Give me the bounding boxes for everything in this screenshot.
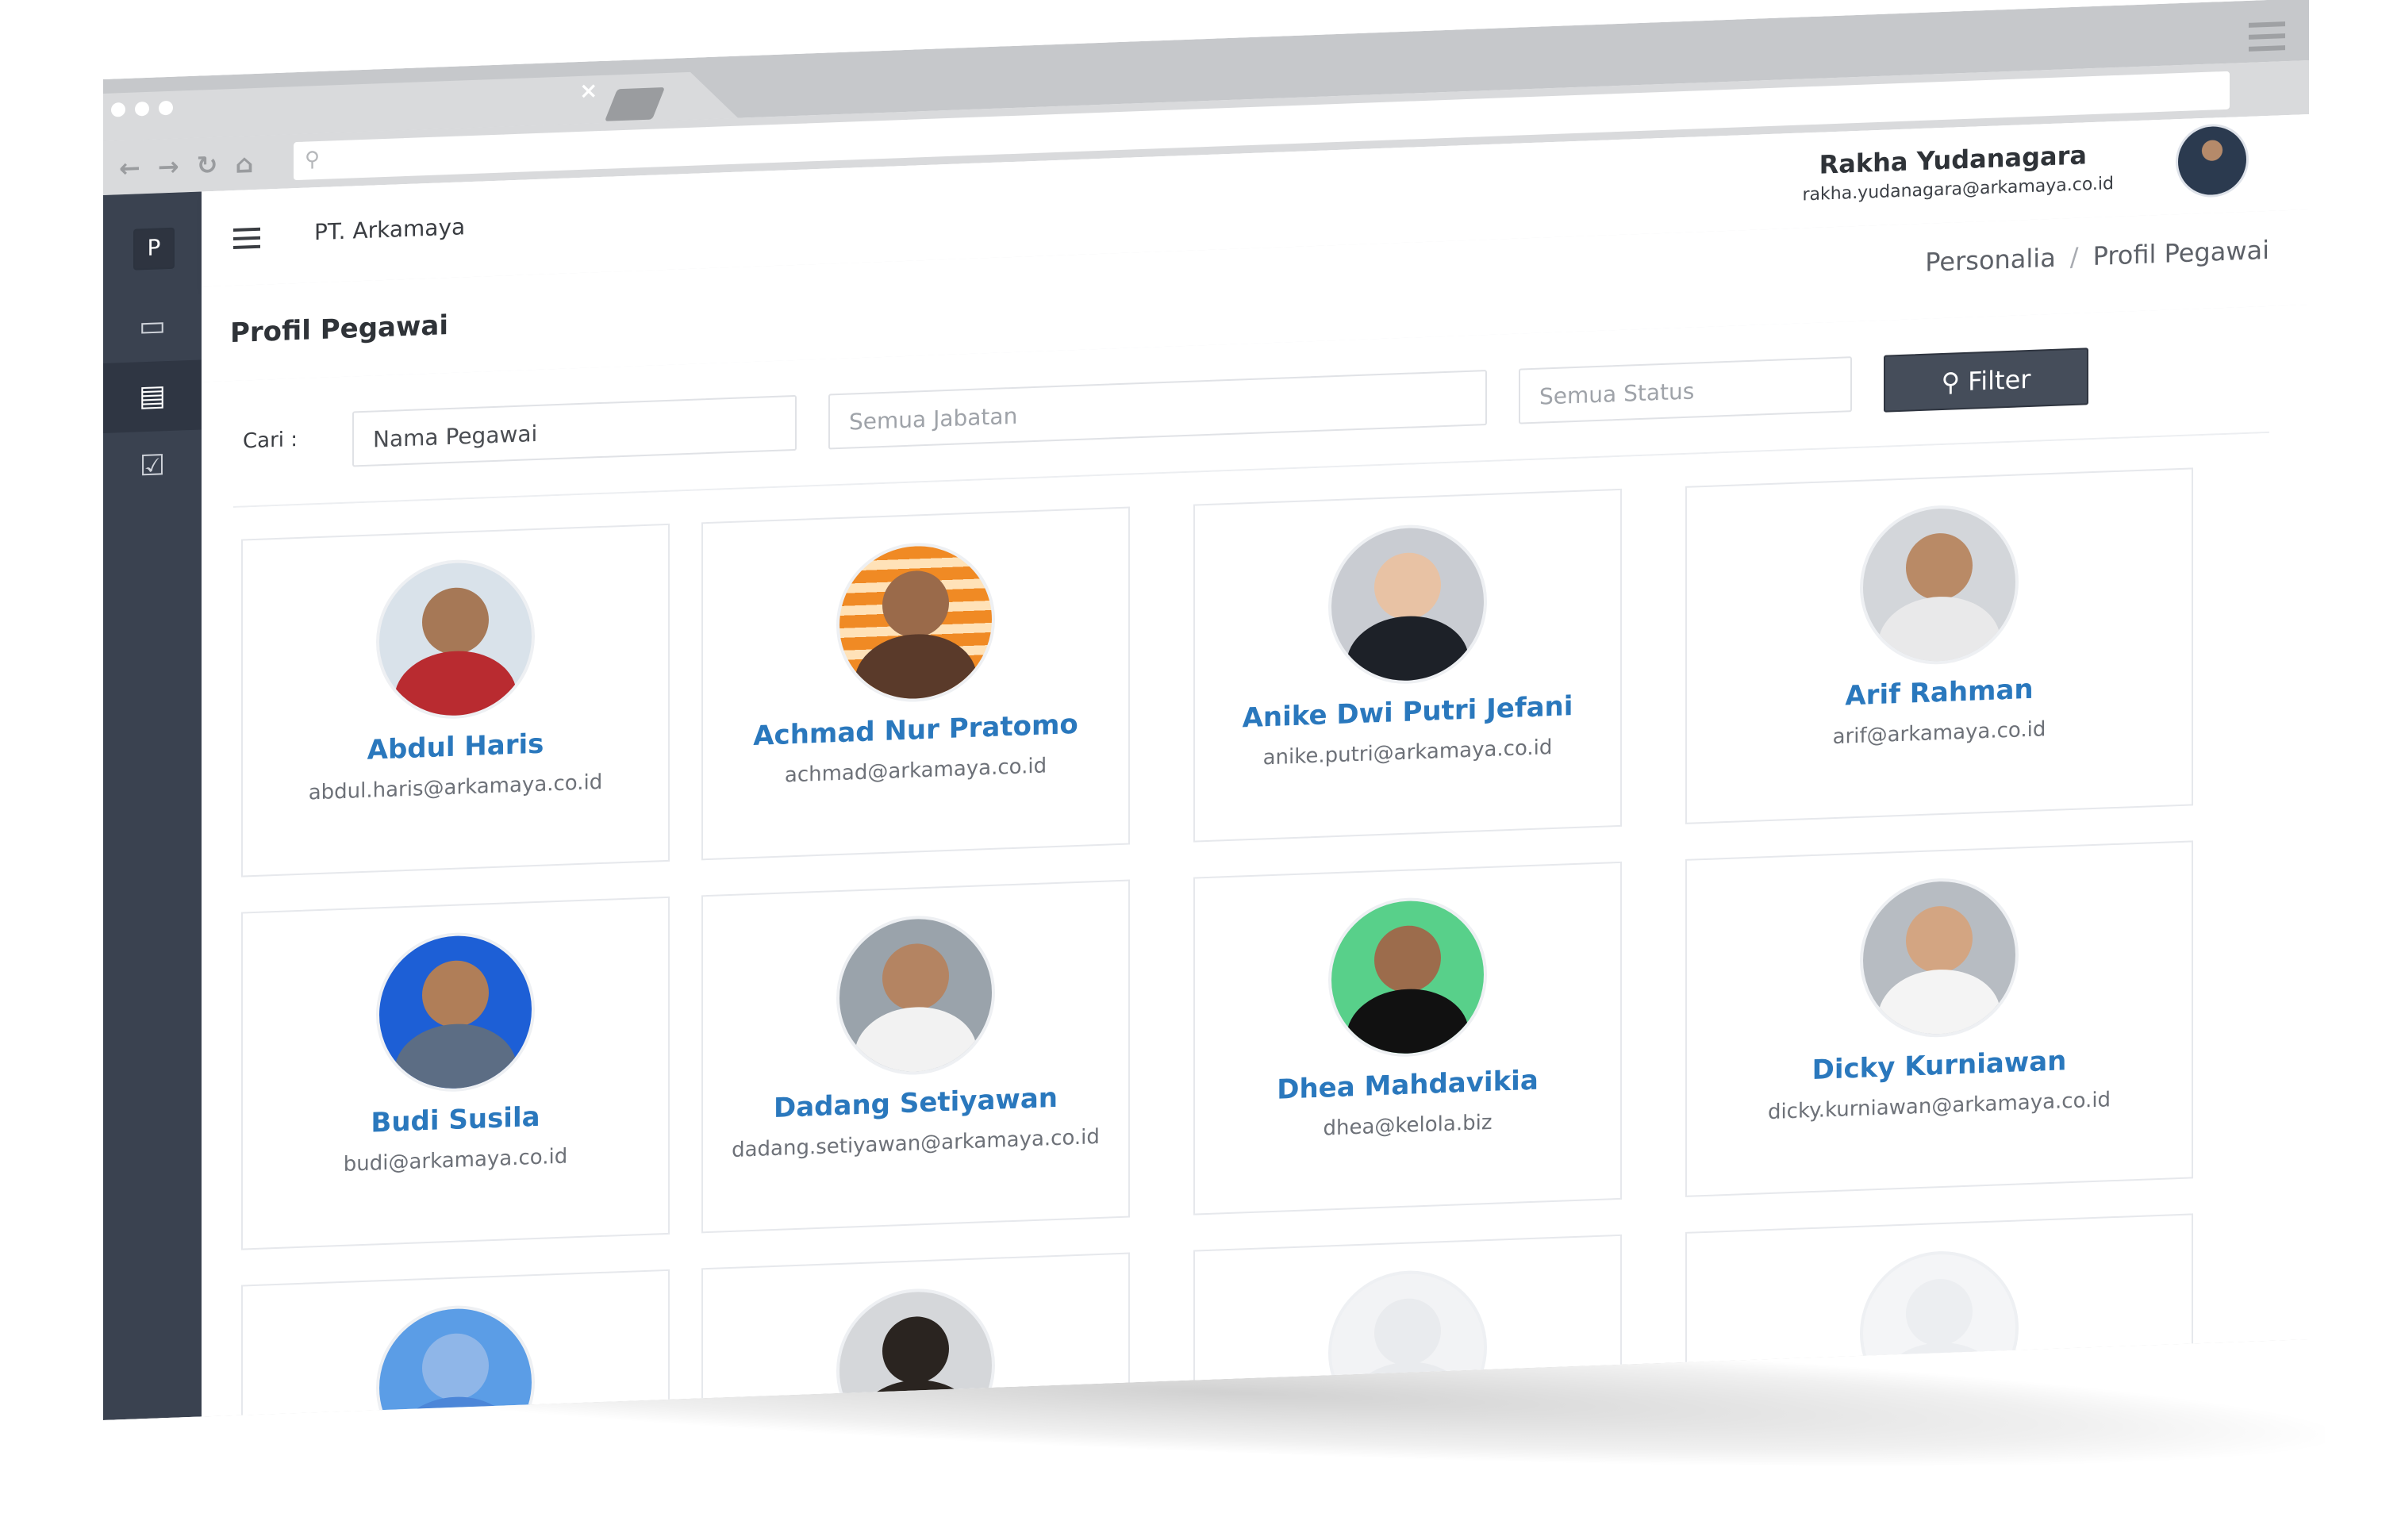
browser-menu-icon[interactable]	[2249, 21, 2285, 52]
sidebar-item-profile[interactable]: ▭	[103, 290, 202, 363]
page-title: Profil Pegawai	[230, 309, 449, 350]
employee-email: dadang.setiyawan@arkamaya.co.id	[732, 1124, 1100, 1162]
breadcrumb-separator: /	[2069, 241, 2079, 273]
employee-email: anike.putri@arkamaya.co.id	[1262, 735, 1553, 770]
breadcrumb: Personalia / Profil Pegawai	[1925, 235, 2269, 278]
employee-name-input[interactable]: Nama Pegawai	[352, 395, 797, 467]
employee-photo	[836, 540, 995, 705]
filter-button[interactable]: ⚲ Filter	[1884, 348, 2088, 412]
employee-name[interactable]: Anike Dwi Putri Jefani	[1195, 689, 1620, 736]
employee-name[interactable]: Budi Susila	[243, 1096, 668, 1144]
employee-card-partial[interactable]	[241, 1269, 670, 1420]
search-label: Cari :	[243, 428, 298, 454]
employee-email: abdul.haris@arkamaya.co.id	[308, 770, 603, 805]
employee-card[interactable]: Budi Susila budi@arkamaya.co.id	[241, 897, 670, 1250]
employee-photo	[836, 913, 995, 1077]
clipboard-icon: ▤	[138, 379, 166, 413]
app-logo[interactable]: P	[133, 228, 175, 271]
employee-email: budi@arkamaya.co.id	[343, 1144, 568, 1177]
employee-photo	[376, 557, 535, 721]
user-name[interactable]: Rakha Yudanagara	[1819, 140, 2087, 179]
company-name: PT. Arkamaya	[314, 213, 466, 246]
employee-photo	[1328, 522, 1487, 686]
browser-window: × ← → ↻ ⌂ ⚲ P ▭ ▤ ☑ PT. Arkamaya Rakha Y…	[103, 0, 2309, 1420]
sidebar-item-employees[interactable]: ▤	[103, 359, 202, 433]
filter-button-label: Filter	[1968, 363, 2031, 397]
window-controls	[111, 101, 173, 117]
search-icon: ⚲	[305, 147, 321, 172]
back-icon[interactable]: ←	[119, 152, 140, 183]
employee-name[interactable]: Abdul Haris	[243, 724, 668, 771]
employee-card[interactable]: Dicky Kurniawan dicky.kurniawan@arkamaya…	[1685, 840, 2193, 1196]
employee-grid: Abdul Haris abdul.haris@arkamaya.co.id A…	[202, 432, 2309, 1416]
search-icon: ⚲	[1941, 366, 1969, 398]
employee-email: achmad@arkamaya.co.id	[784, 754, 1047, 788]
position-select[interactable]: Semua Jabatan	[828, 370, 1487, 449]
employee-name[interactable]: Arif Rahman	[1687, 667, 2192, 717]
employee-card[interactable]: Anike Dwi Putri Jefani anike.putri@arkam…	[1193, 489, 1622, 843]
breadcrumb-personalia[interactable]: Personalia	[1925, 243, 2056, 278]
employee-name[interactable]: Dicky Kurniawan	[1687, 1040, 2192, 1090]
sidebar: P ▭ ▤ ☑	[103, 191, 202, 1420]
id-card-icon: ▭	[138, 309, 166, 344]
employee-email: dhea@kelola.biz	[1323, 1110, 1493, 1141]
employee-photo	[1328, 895, 1487, 1059]
employee-card[interactable]: Dhea Mahdavikia dhea@kelola.biz	[1193, 862, 1622, 1215]
tab-close-icon[interactable]: ×	[579, 77, 597, 104]
window-minimize-dot[interactable]	[135, 102, 149, 117]
app-shell: P ▭ ▤ ☑ PT. Arkamaya Rakha Yudanagara ra…	[103, 114, 2309, 1420]
employee-photo	[1860, 875, 2019, 1039]
screenshot-stage: × ← → ↻ ⌂ ⚲ P ▭ ▤ ☑ PT. Arkamaya Rakha Y…	[0, 0, 2405, 1540]
home-icon[interactable]: ⌂	[235, 148, 253, 179]
employee-name[interactable]: Achmad Nur Pratomo	[703, 707, 1128, 755]
employee-card[interactable]: Arif Rahman arif@arkamaya.co.id	[1685, 467, 2193, 824]
status-select[interactable]: Semua Status	[1519, 356, 1852, 424]
employee-photo	[376, 1303, 535, 1420]
window-close-dot[interactable]	[111, 102, 125, 117]
employee-card[interactable]: Dadang Setiyawan dadang.setiyawan@arkama…	[701, 880, 1130, 1234]
reload-icon[interactable]: ↻	[197, 150, 218, 181]
employee-email: dicky.kurniawan@arkamaya.co.id	[1767, 1088, 2111, 1125]
employee-name[interactable]: Dhea Mahdavikia	[1195, 1062, 1620, 1109]
forward-icon[interactable]: →	[158, 151, 179, 182]
employee-card[interactable]: Abdul Haris abdul.haris@arkamaya.co.id	[241, 524, 670, 878]
hamburger-menu-icon[interactable]	[233, 228, 260, 249]
employee-name[interactable]: Dadang Setiyawan	[703, 1080, 1128, 1127]
window-maximize-dot[interactable]	[159, 101, 173, 116]
employee-photo	[376, 930, 535, 1094]
breadcrumb-current: Profil Pegawai	[2092, 234, 2269, 272]
employee-card[interactable]: Achmad Nur Pratomo achmad@arkamaya.co.id	[701, 507, 1130, 861]
browser-nav: ← → ↻ ⌂	[119, 148, 253, 183]
employee-email: arif@arkamaya.co.id	[1832, 717, 2046, 750]
checklist-icon: ☑	[139, 449, 166, 483]
user-avatar[interactable]	[2176, 123, 2249, 198]
sidebar-item-tasks[interactable]: ☑	[103, 429, 202, 503]
employee-photo	[1860, 502, 2019, 666]
